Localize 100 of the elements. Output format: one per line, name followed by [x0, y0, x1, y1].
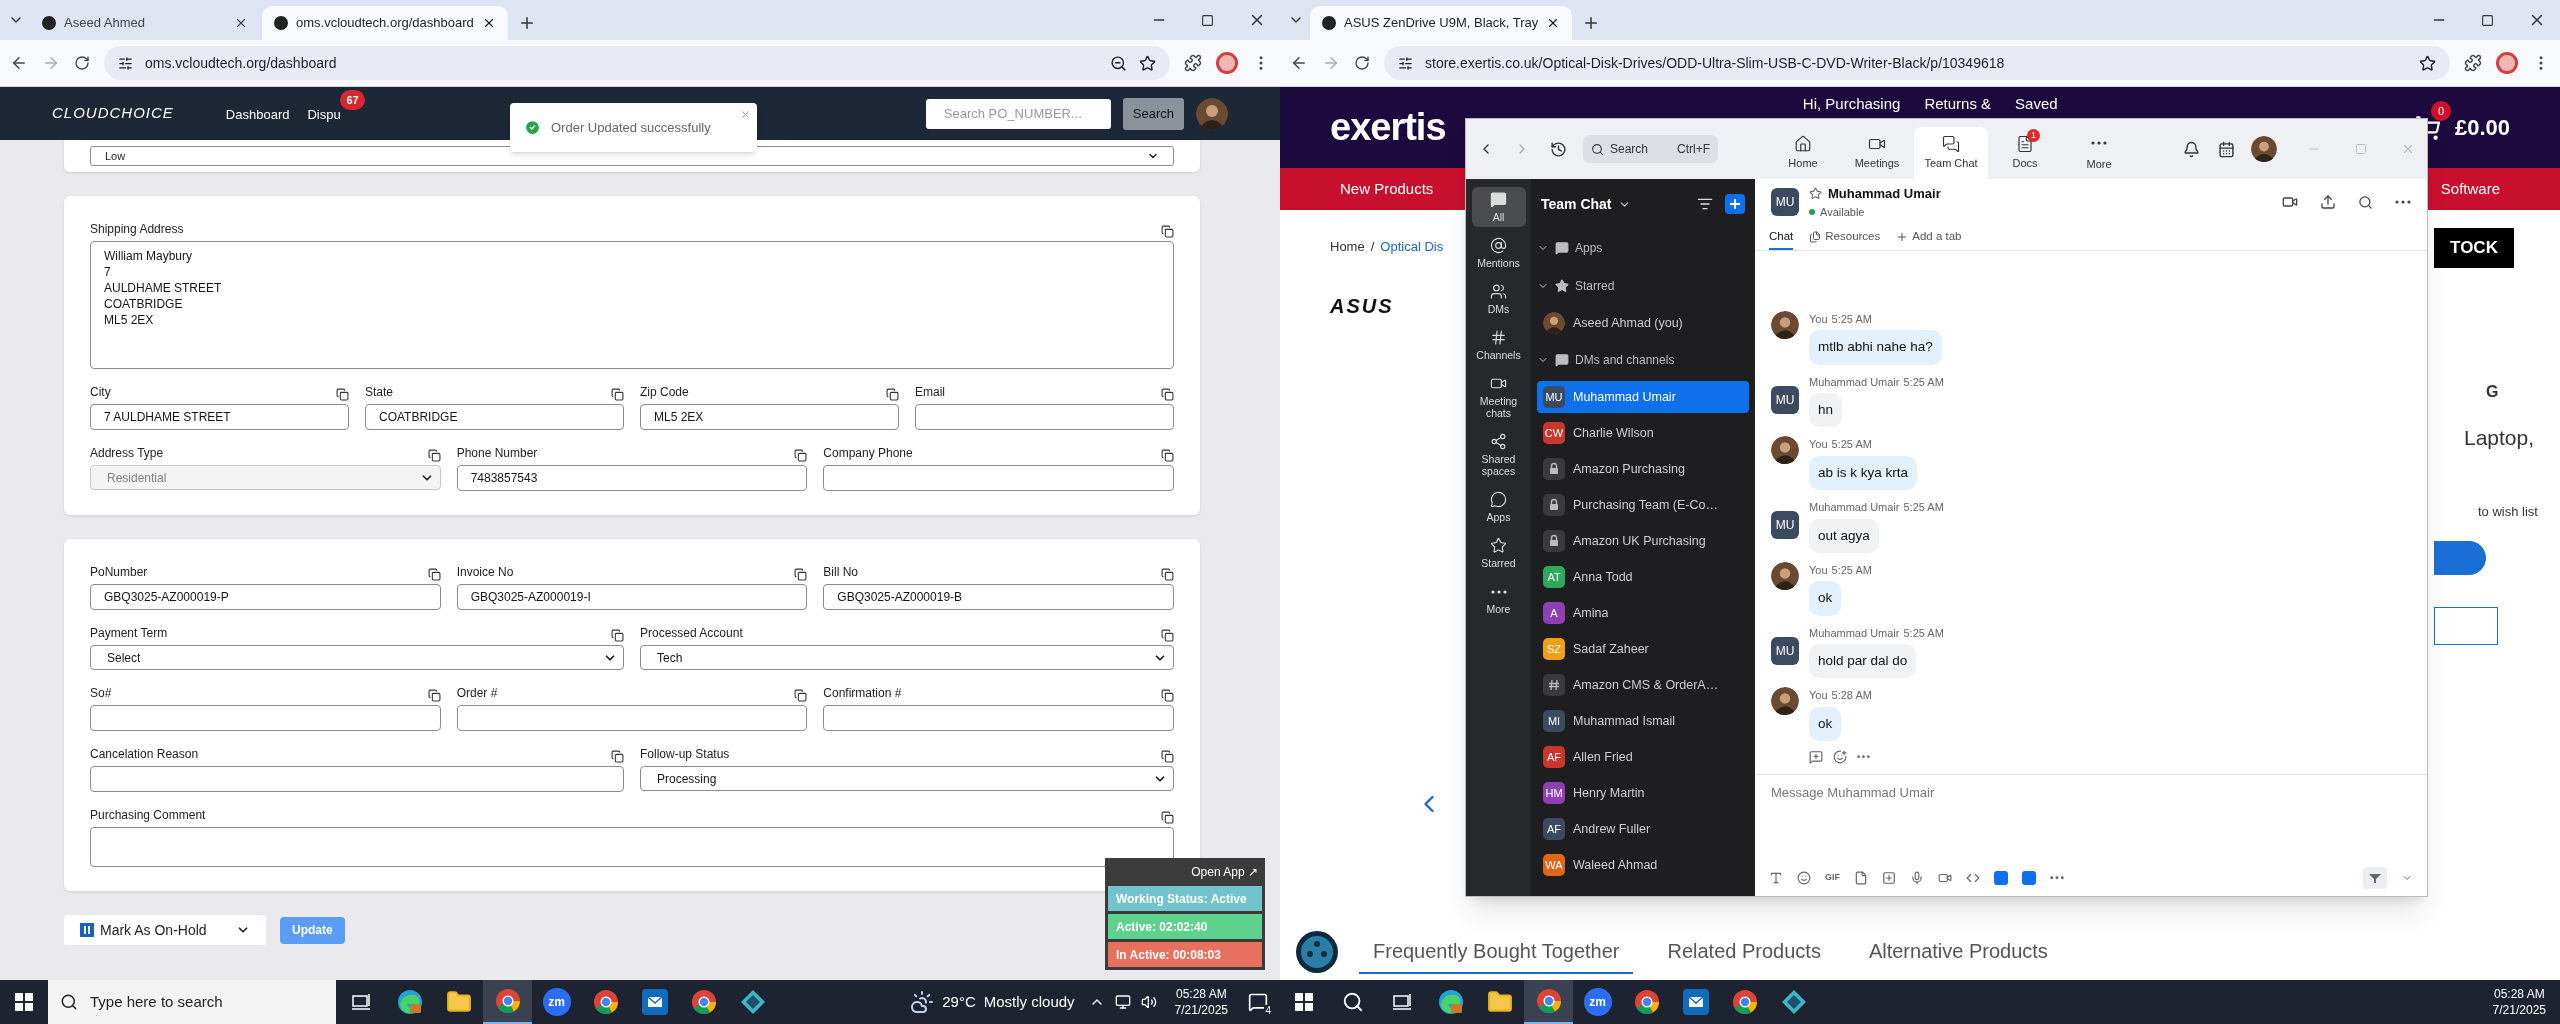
copy-icon[interactable] [1161, 388, 1174, 401]
search-button[interactable]: Search [1122, 97, 1184, 130]
chat-tab[interactable]: Add a tab [1896, 225, 1962, 250]
text-field[interactable]: ML5 2EX [640, 404, 899, 430]
text-field[interactable] [456, 705, 808, 731]
bookmark-icon[interactable] [2419, 54, 2436, 72]
chat-list-item[interactable]: Purchasing Team (E-Co… [1537, 489, 1749, 521]
copy-icon[interactable] [1161, 689, 1174, 702]
video-icon[interactable] [1938, 871, 1952, 885]
text-field[interactable]: GBQ3025-AZ000019-P [90, 584, 441, 610]
sidebar-item[interactable]: Mentions [1471, 233, 1526, 273]
section-header[interactable]: Starred [1531, 267, 1755, 305]
network-icon[interactable] [1114, 994, 1131, 1010]
copy-icon[interactable] [1161, 750, 1174, 763]
notification-icon[interactable] [2183, 140, 2200, 158]
maximize-icon[interactable] [1201, 13, 1214, 27]
sidebar-item[interactable]: Apps [1471, 487, 1526, 527]
dropdown[interactable]: Mark As On-Hold [64, 915, 266, 945]
microphone-icon[interactable] [1910, 871, 1924, 885]
sidebar-item[interactable]: DMs [1471, 279, 1526, 319]
sidebar-item[interactable]: More [1471, 579, 1526, 619]
copy-icon[interactable] [1161, 629, 1174, 642]
breadcrumb-link[interactable]: Home [1330, 237, 1365, 257]
search-icon[interactable] [2358, 194, 2373, 210]
add-button[interactable] [2434, 541, 2486, 575]
site-info-icon[interactable] [1398, 55, 1413, 71]
address-bar[interactable]: oms.vcloudtech.org/dashboard [104, 46, 1170, 80]
send-button[interactable] [2363, 867, 2387, 889]
chat-bubble-icon[interactable] [1295, 930, 1339, 974]
clock[interactable]: 05:28 AM 7/21/2025 [2484, 986, 2554, 1018]
site-info-icon[interactable] [118, 55, 133, 71]
chat-list-item[interactable]: CW Charlie Wilson [1537, 417, 1749, 449]
reply-icon[interactable] [1809, 750, 1823, 764]
sidebar-item[interactable]: All [1471, 187, 1526, 227]
message-input[interactable]: Message Muhammad Umair [1755, 775, 2427, 860]
screenshot-icon[interactable] [1882, 871, 1896, 885]
copy-icon[interactable] [1161, 449, 1174, 462]
extensions-icon[interactable] [1184, 54, 1202, 72]
copy-icon[interactable] [427, 568, 441, 581]
nav-link[interactable]: Dispu [307, 106, 341, 122]
text-field[interactable] [90, 705, 441, 731]
maximize-icon[interactable] [2481, 13, 2494, 27]
copy-icon[interactable] [886, 388, 899, 401]
text-field[interactable]: 7483857543 [456, 465, 808, 491]
copy-icon[interactable] [611, 750, 624, 763]
chat-list-item[interactable]: Amazon Purchasing [1537, 453, 1749, 485]
chat-list-item[interactable]: MI Muhammad Ismail [1537, 705, 1749, 737]
star-icon[interactable] [1809, 187, 1822, 201]
windows-start-icon[interactable] [15, 993, 33, 1011]
reload-icon[interactable] [74, 55, 90, 71]
text-field[interactable] [823, 465, 1174, 491]
text-area[interactable]: William Maybury 7 AULDHAME STREET COATBRIDGE ML5 2EX [90, 241, 1174, 369]
nav-link[interactable]: New Products [1340, 177, 1434, 201]
product-tab[interactable]: Alternative Products [1854, 936, 2062, 974]
browser-tab[interactable]: oms.vcloudtech.org/dashboard [262, 6, 508, 40]
nav-tab[interactable]: More [2062, 127, 2136, 179]
search-field[interactable]: Search Ctrl+F [1583, 135, 1718, 163]
header-link[interactable]: Returns & [1924, 93, 1992, 116]
history-icon[interactable] [1550, 140, 1567, 158]
text-field[interactable] [90, 766, 624, 792]
chat-list-item[interactable]: MU Muhammad Umair [1537, 381, 1749, 413]
nav-tab[interactable]: Home [1766, 127, 1840, 179]
copy-icon[interactable] [427, 689, 441, 702]
new-chat-button[interactable] [1725, 194, 1745, 214]
profile-icon[interactable] [1216, 52, 1238, 74]
address-bar[interactable]: store.exertis.co.uk/Optical-Disk-Drives/ODD-Ultra-Slim-USB-C-DVD-Writer-Black/p/10349618 [1384, 46, 2450, 80]
zoom-out-icon[interactable] [1110, 54, 1127, 72]
more-icon[interactable] [1857, 755, 1870, 759]
nav-tab[interactable]: Team Chat [1914, 127, 1988, 179]
wishlist-link[interactable]: to wish list [2478, 501, 2538, 521]
taskbar-button[interactable]: zm [1573, 980, 1622, 1024]
extensions-icon[interactable] [2464, 54, 2482, 72]
chat-list-item[interactable]: AF Andrew Fuller [1537, 813, 1749, 845]
browser-tab[interactable]: Aseed Ahmed [30, 6, 260, 40]
add-reaction-icon[interactable] [1833, 750, 1847, 764]
emoji-icon[interactable] [1797, 871, 1811, 885]
header-link[interactable]: Saved [2015, 93, 2058, 116]
code-icon[interactable] [1966, 871, 1980, 885]
section-header[interactable]: DMs and channels [1531, 341, 1755, 379]
chat-tab[interactable]: Resources [1809, 225, 1881, 250]
chat-list-item[interactable]: Aseed Ahmad (you) [1537, 307, 1749, 339]
gif-button[interactable]: GIF [1825, 871, 1840, 885]
copy-icon[interactable] [427, 449, 441, 462]
section-header[interactable]: Apps [1531, 229, 1755, 267]
chat-list-item[interactable]: AT Anna Todd [1537, 561, 1749, 593]
copy-icon[interactable] [1161, 225, 1174, 238]
windows-start-icon[interactable] [1295, 993, 1313, 1011]
dropdown[interactable]: Tech [640, 645, 1174, 670]
nav-link[interactable]: Dashboard [225, 106, 290, 122]
sidebar-item[interactable]: Channels [1471, 325, 1526, 365]
text-field[interactable]: GBQ3025-AZ000019-B [823, 584, 1174, 610]
file-icon[interactable] [1854, 871, 1868, 885]
chat-list-item[interactable]: Amazon CMS & OrderA… [1537, 669, 1749, 701]
sidebar-item[interactable]: Meeting chats [1471, 371, 1526, 423]
more-icon[interactable] [2395, 200, 2411, 204]
copy-icon[interactable] [794, 449, 808, 462]
text-field[interactable] [915, 404, 1174, 430]
filter-icon[interactable] [1697, 196, 1713, 212]
chat-list-item[interactable]: AF Allen Fried [1537, 741, 1749, 773]
bookmark-icon[interactable] [1139, 54, 1156, 72]
